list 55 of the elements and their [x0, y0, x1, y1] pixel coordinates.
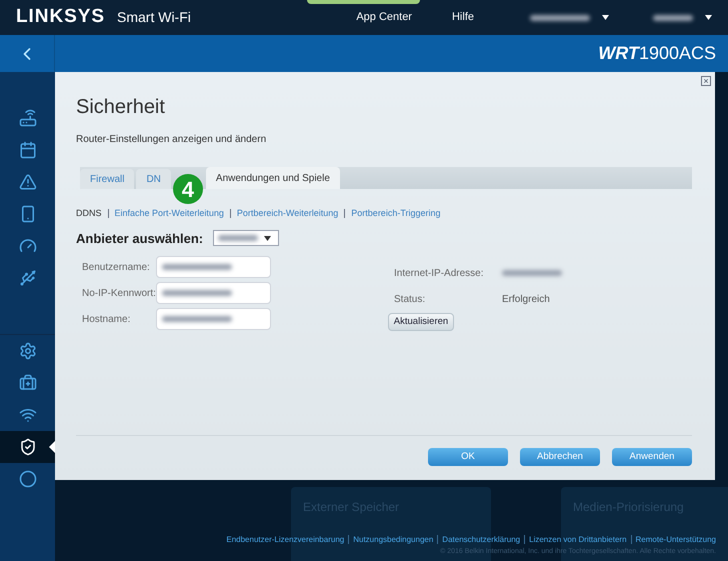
- usb-icon: [18, 269, 36, 287]
- caret-icon: [705, 15, 712, 20]
- field-label: Hostname:: [82, 312, 132, 326]
- wifi-icon: [18, 406, 36, 424]
- info-label: Internet-IP-Adresse:: [394, 266, 484, 280]
- caret-icon: [602, 15, 609, 20]
- brand-logo: LINKSYS: [16, 5, 105, 30]
- close-button[interactable]: ×: [701, 76, 711, 86]
- tab[interactable]: Anwendungen und Spiele: [206, 167, 340, 189]
- info-label: Status:: [394, 292, 426, 306]
- redacted-value: [162, 290, 232, 296]
- dialog-title: Sicherheit: [76, 95, 166, 120]
- tab[interactable]: Firewall: [80, 169, 134, 189]
- redacted-value: [218, 235, 258, 242]
- redacted-value: [162, 316, 232, 322]
- subtab-link[interactable]: DDNS: [76, 207, 102, 220]
- footer-link[interactable]: Nutzungsbedingungen: [353, 534, 434, 546]
- gauge-icon: [18, 237, 36, 255]
- shield-icon: [18, 438, 36, 456]
- settings-icon: [18, 342, 36, 360]
- redacted-value: [502, 270, 562, 276]
- ring-icon: [18, 470, 36, 488]
- warning-icon: [18, 173, 36, 191]
- input-field[interactable]: [156, 256, 271, 278]
- redacted-value: [162, 264, 232, 270]
- dialog-subtitle: Router-Einstellungen anzeigen und ändern: [76, 133, 268, 147]
- input-field[interactable]: [156, 308, 271, 330]
- router-icon: [18, 109, 36, 127]
- step-badge: 4: [172, 174, 203, 204]
- field-label: No-IP-Kennwort:: [82, 286, 156, 300]
- calendar-icon: [18, 141, 36, 159]
- subtab-link[interactable]: Einfache Port-Weiterleitung: [114, 207, 224, 220]
- provider-select[interactable]: [213, 230, 280, 246]
- provider-label: Anbieter auswählen:: [76, 230, 204, 248]
- footer-link[interactable]: Lizenzen von Drittanbietern: [529, 534, 627, 546]
- subtab-link[interactable]: Portbereich-Triggering: [351, 207, 441, 220]
- model-name: WRT1900ACS: [598, 42, 716, 65]
- footer-link[interactable]: Remote-Unterstützung: [636, 534, 716, 546]
- caret-icon: [264, 236, 272, 241]
- header-link[interactable]: App Center: [356, 9, 412, 26]
- language-menu: [653, 14, 693, 20]
- field-label: Benutzername:: [82, 260, 151, 274]
- footer-link[interactable]: Datenschutzerklärung: [442, 534, 520, 546]
- first-aid-kit-icon: [18, 374, 36, 392]
- footer-link[interactable]: Endbenutzer-Lizenzvereinbarung: [226, 534, 344, 546]
- account-menu: [530, 14, 590, 20]
- info-value: Erfolgreich: [502, 292, 550, 306]
- dialog-button[interactable]: Anwenden: [612, 448, 692, 466]
- sidebar-item[interactable]: [0, 431, 55, 463]
- input-field[interactable]: [156, 282, 271, 304]
- tab[interactable]: DN: [136, 169, 171, 189]
- subtab-link[interactable]: Portbereich-Weiterleitung: [236, 207, 338, 220]
- refresh-button[interactable]: Aktualisieren: [388, 313, 454, 331]
- product-name: Smart Wi-Fi: [117, 8, 191, 27]
- header-link[interactable]: Hilfe: [452, 9, 474, 26]
